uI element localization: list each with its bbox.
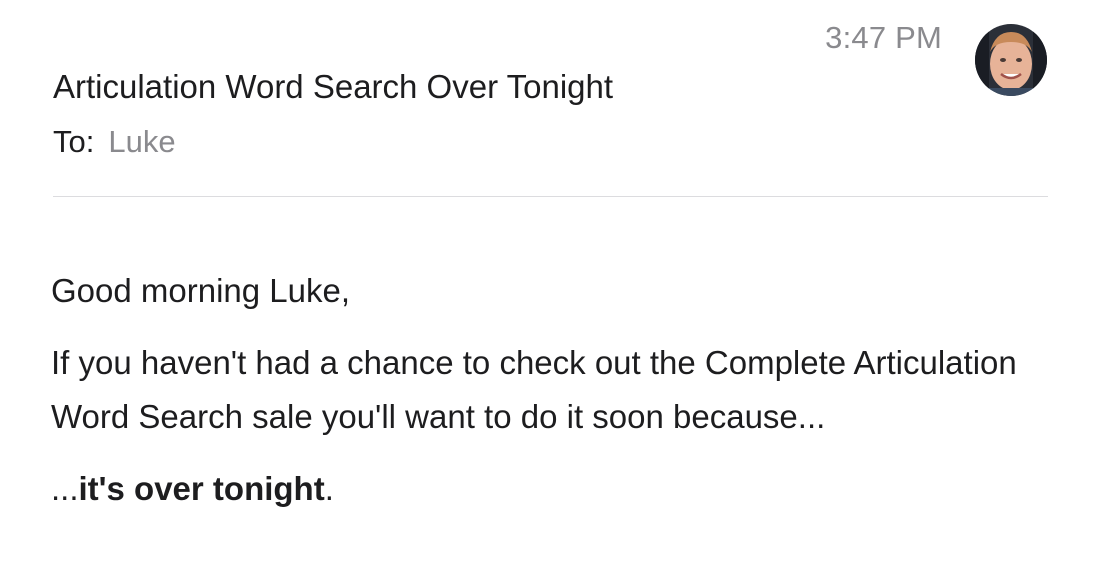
to-label: To: (53, 124, 95, 159)
body-paragraph: If you haven't had a chance to check out… (51, 344, 1017, 435)
to-recipient[interactable]: Luke (108, 124, 175, 159)
email-subject: Articulation Word Search Over Tonight (53, 68, 614, 105)
greeting: Good morning Luke, (51, 272, 351, 309)
email-body: Good morning Luke, If you haven't had a … (51, 264, 1041, 516)
closing-prefix: ... (51, 470, 79, 507)
timestamp: 3:47 PM (825, 20, 942, 55)
email-header: 3:47 PM Articulation Word Search Over To… (0, 0, 1094, 197)
closing-bold-text: it's over tonight (78, 470, 325, 507)
sender-avatar[interactable] (975, 24, 1047, 96)
to-line: To: Luke (53, 124, 176, 160)
email-message-view: 3:47 PM Articulation Word Search Over To… (0, 0, 1094, 574)
avatar-icon (975, 24, 1047, 96)
closing-suffix: . (324, 470, 334, 507)
header-divider (53, 196, 1048, 197)
closing-line: ...it's over tonight. (51, 462, 1041, 516)
